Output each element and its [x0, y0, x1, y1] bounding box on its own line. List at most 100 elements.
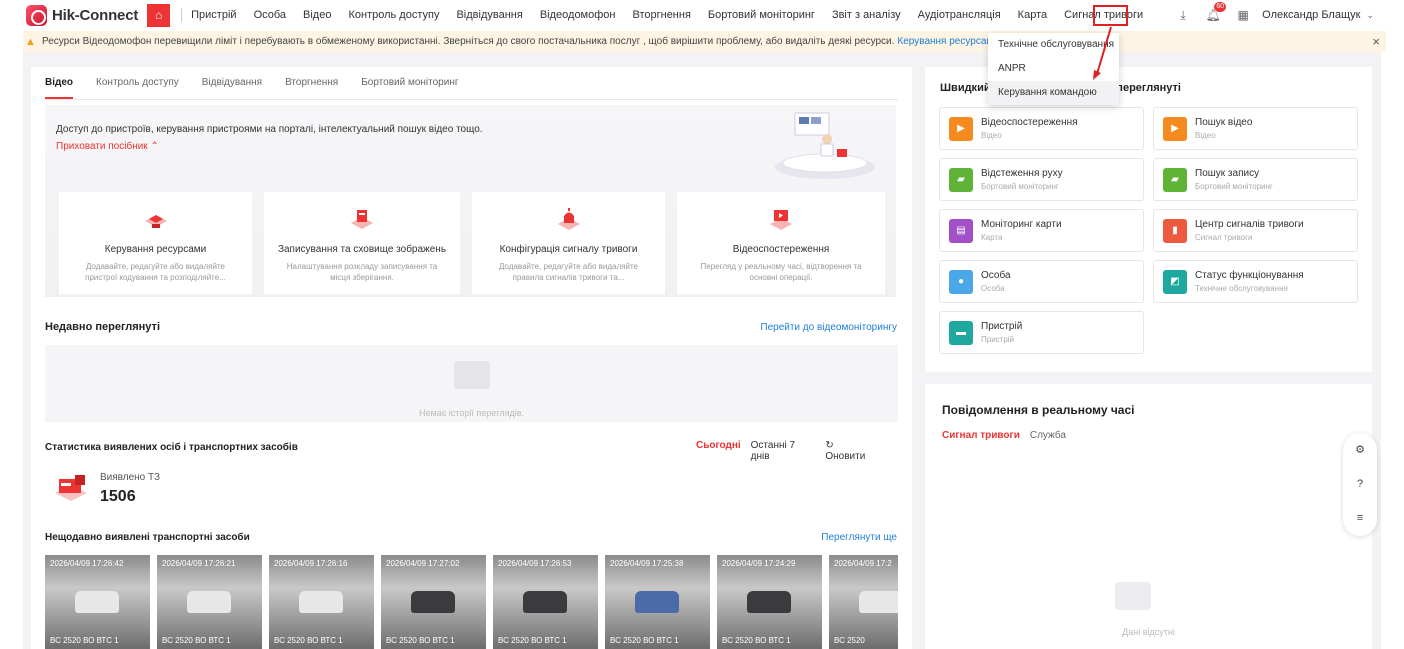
quick-item-name: Пристрій: [981, 321, 1023, 332]
menu-item-maintenance[interactable]: Технічне обслуговування: [988, 33, 1119, 57]
menu-lines-icon[interactable]: ≡: [1353, 511, 1367, 525]
person-icon: ●: [949, 269, 973, 294]
notice-text: Ресурси Відеодомофон перевищили ліміт і …: [42, 36, 895, 47]
vehicle-thumbnail[interactable]: 2026/04/09 17:26:42 ВС 2520 ВО ВТС 1: [45, 555, 150, 649]
quick-item-video-surveillance[interactable]: ▶ Відеоспостереження Відео: [939, 107, 1144, 150]
menu-item-anpr[interactable]: ANPR: [988, 57, 1119, 81]
notification-bell-icon[interactable]: 🔔︎ 60: [1206, 2, 1227, 22]
tab-underline: [45, 99, 898, 100]
tab-alarm[interactable]: Сигнал тривоги: [942, 430, 1020, 441]
nav-item-person[interactable]: Особа: [254, 9, 286, 21]
page-margin-left: [0, 52, 23, 649]
refresh-button[interactable]: ↻ Оновити: [825, 440, 898, 462]
nav-item-device[interactable]: Пристрій: [191, 9, 236, 21]
card-title: Керування ресурсами: [104, 244, 207, 255]
nav-item-attendance[interactable]: Відвідування: [456, 9, 522, 21]
download-icon[interactable]: ⤓: [1176, 8, 1190, 22]
floating-toolbar: ⚙ ? ≡: [1343, 433, 1377, 536]
logo[interactable]: Hik-Connect: [26, 4, 138, 26]
go-to-video-monitoring-link[interactable]: Перейти до відеомоніторингу: [760, 322, 897, 333]
tab-service[interactable]: Служба: [1030, 430, 1066, 441]
nav-item-access-control[interactable]: Контроль доступу: [348, 9, 439, 21]
notice-link[interactable]: Керування ресурсами: [897, 36, 998, 47]
chevron-up-icon: ⌃: [150, 141, 159, 152]
thumbnail-plate: ВС 2520 ВО ВТС 1: [498, 636, 567, 645]
vehicle-thumbnail[interactable]: 2026/04/09 17:25:38 ВС 2520 ВО ВТС 1: [605, 555, 710, 649]
card-video-surveillance[interactable]: Відеоспостереження Перегляд у реальному …: [677, 192, 885, 294]
nav-item-onboard-monitoring[interactable]: Бортовий моніторинг: [708, 9, 815, 21]
quick-item-device[interactable]: ▬ Пристрій Пристрій: [939, 311, 1144, 354]
hide-guide-link[interactable]: Приховати посібник ⌃: [56, 141, 159, 152]
nav-item-intercom[interactable]: Відеодомофон: [540, 9, 616, 21]
realtime-tabs: Сигнал тривоги Служба: [942, 430, 1066, 441]
quick-item-module: Особа: [981, 284, 1005, 293]
video-camera-icon: ▶: [949, 116, 973, 141]
card-resource-management[interactable]: Керування ресурсами Додавайте, редагуйте…: [59, 192, 252, 294]
filter-today[interactable]: Сьогодні: [696, 440, 741, 462]
guide-text: Доступ до пристроїв, керування пристроям…: [56, 124, 483, 135]
quick-item-person[interactable]: ● Особа Особа: [939, 260, 1144, 303]
thumbnail-time: 2026/04/09 17:26:53: [498, 559, 572, 568]
thumbnail-plate: ВС 2520 ВО ВТС 1: [50, 636, 119, 645]
menu-item-team-management[interactable]: Керування командою: [988, 81, 1119, 105]
card-alarm-config[interactable]: Конфігурація сигналу тривоги Додавайте, …: [472, 192, 665, 294]
recent-vehicles-title: Нещодавно виявлені транспортні засоби: [45, 532, 250, 543]
thumbnail-plate: ВС 2520 ВО ВТС 1: [386, 636, 455, 645]
refresh-label: Оновити: [825, 451, 866, 462]
quick-item-motion-tracking[interactable]: ▰ Відстеження руху Бортовий моніторинг: [939, 158, 1144, 201]
card-title: Записування та сховище зображень: [277, 244, 447, 255]
tab-intrusion[interactable]: Вторгнення: [285, 77, 338, 99]
empty-box-icon: [1115, 582, 1151, 610]
vehicle-thumbnail[interactable]: 2026/04/09 17:26:53 ВС 2520 ВО ВТС 1: [493, 555, 598, 649]
quick-item-alarm-center[interactable]: ▮ Центр сигналів тривоги Сигнал тривоги: [1153, 209, 1358, 252]
vehicle-thumbnail[interactable]: 2026/04/09 17:26:21 ВС 2520 ВО ВТС 1: [157, 555, 262, 649]
realtime-title: Повідомлення в реальному часі: [942, 403, 1135, 417]
thumbnail-time: 2026/04/09 17:2: [834, 559, 892, 568]
nav-item-analysis-report[interactable]: Звіт з аналізу: [832, 9, 901, 21]
card-title: Відеоспостереження: [732, 244, 830, 255]
quick-item-module: Сигнал тривоги: [1195, 233, 1253, 242]
view-more-link[interactable]: Переглянути ще: [821, 532, 897, 543]
vehicle-thumbnail[interactable]: 2026/04/09 17:24:29 ВС 2520 ВО ВТС 1: [717, 555, 822, 649]
module-tabs: Відео Контроль доступу Відвідування Втор…: [45, 77, 482, 99]
vehicle-search-icon: ▰: [1163, 167, 1187, 192]
tab-video[interactable]: Відео: [45, 77, 74, 99]
realtime-messages-panel: Повідомлення в реальному часі Сигнал три…: [925, 384, 1372, 649]
help-icon[interactable]: ?: [1353, 477, 1367, 491]
vehicle-thumbnail[interactable]: 2026/04/09 17:2 ВС 2520: [829, 555, 898, 649]
quick-item-map-monitoring[interactable]: ▤ Моніторинг карти Карта: [939, 209, 1144, 252]
user-name[interactable]: Олександр Блащук: [1262, 9, 1360, 21]
more-menu-button[interactable]: ···: [1093, 5, 1128, 26]
close-icon[interactable]: ×: [1372, 34, 1380, 49]
filter-last-7-days[interactable]: Останні 7 днів: [751, 440, 812, 462]
home-button[interactable]: ⌂: [147, 3, 171, 27]
quick-item-module: Бортовий моніторинг: [1195, 182, 1273, 191]
tab-onboard-monitoring[interactable]: Бортовий моніторинг: [361, 77, 458, 99]
quick-access-panel: Швидкий доступ до нещодавно переглянуті …: [925, 67, 1372, 372]
vehicle-thumbnail[interactable]: 2026/04/09 17:27:02 ВС 2520 ВО ВТС 1: [381, 555, 486, 649]
card-recording-storage[interactable]: Записування та сховище зображень Налашту…: [264, 192, 460, 294]
quick-item-video-search[interactable]: ▶ Пошук відео Відео: [1153, 107, 1358, 150]
nav-item-video[interactable]: Відео: [303, 9, 331, 21]
robot-icon[interactable]: ⚙: [1353, 443, 1367, 457]
home-icon: ⌂: [155, 8, 163, 22]
notification-badge: 60: [1214, 2, 1227, 12]
stats-title: Статистика виявлених осіб і транспортних…: [45, 442, 298, 453]
quick-item-record-search[interactable]: ▰ Пошук запису Бортовий моніторинг: [1153, 158, 1358, 201]
nav-item-map[interactable]: Карта: [1018, 9, 1047, 21]
quick-item-operation-status[interactable]: ◩ Статус функціонування Технічне обслугов…: [1153, 260, 1358, 303]
chevron-down-icon[interactable]: ⌄: [1366, 10, 1374, 21]
thumbnail-time: 2026/04/09 17:25:38: [610, 559, 684, 568]
nav-item-audio-broadcast[interactable]: Аудіотрансляція: [918, 9, 1001, 21]
nav-item-intrusion[interactable]: Вторгнення: [632, 9, 690, 21]
thumbnail-plate: ВС 2520 ВО ВТС 1: [274, 636, 343, 645]
vehicle-thumbnail[interactable]: 2026/04/09 17:26:16 ВС 2520 ВО ВТС 1: [269, 555, 374, 649]
car-image: [411, 591, 455, 613]
tab-attendance[interactable]: Відвідування: [202, 77, 262, 99]
car-image: [75, 591, 119, 613]
calendar-icon[interactable]: ▦: [1236, 8, 1250, 22]
vehicles-detected-label: Виявлено ТЗ: [100, 472, 161, 483]
tab-access-control[interactable]: Контроль доступу: [96, 77, 179, 99]
alarm-icon: ▮: [1163, 218, 1187, 243]
thumbnail-plate: ВС 2520 ВО ВТС 1: [610, 636, 679, 645]
